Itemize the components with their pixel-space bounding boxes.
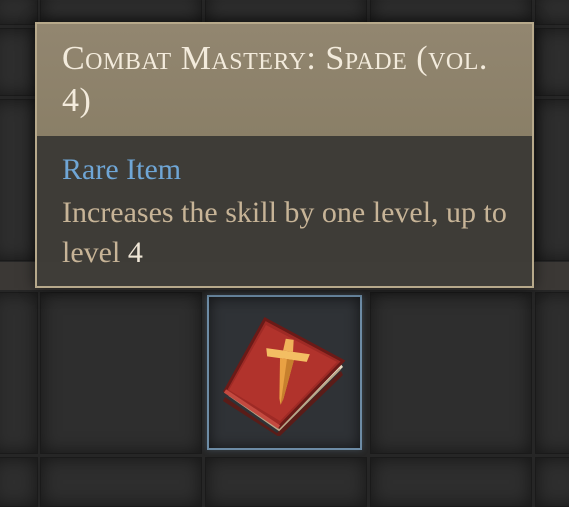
inventory-slot[interactable] — [370, 457, 532, 507]
inventory-slot[interactable] — [0, 457, 38, 507]
item-tooltip: Combat Mastery: Spade (vol. 4) Rare Item… — [35, 22, 534, 288]
inventory-slot[interactable] — [40, 457, 202, 507]
item-description-level: 4 — [127, 236, 143, 269]
item-title: Combat Mastery: Spade (vol. 4) — [62, 40, 488, 119]
inventory-slot[interactable] — [370, 292, 532, 454]
inventory-slot[interactable] — [0, 0, 38, 25]
inventory-slot[interactable] — [0, 292, 38, 454]
item-rarity: Rare Item — [62, 153, 182, 186]
inventory-slot[interactable] — [535, 28, 569, 96]
inventory-slot[interactable] — [535, 99, 569, 261]
inventory-slot[interactable] — [535, 292, 569, 454]
inventory-slot[interactable] — [535, 457, 569, 507]
selected-inventory-slot[interactable] — [207, 295, 362, 450]
inventory-slot[interactable] — [0, 99, 38, 261]
inventory-slot[interactable] — [0, 28, 38, 96]
red-skill-book-icon — [223, 316, 346, 436]
item-description: Increases the skill by one level, up to … — [62, 193, 522, 273]
inventory-slot[interactable] — [40, 292, 202, 454]
inventory-slot[interactable] — [205, 457, 367, 507]
inventory-slot[interactable] — [535, 0, 569, 25]
